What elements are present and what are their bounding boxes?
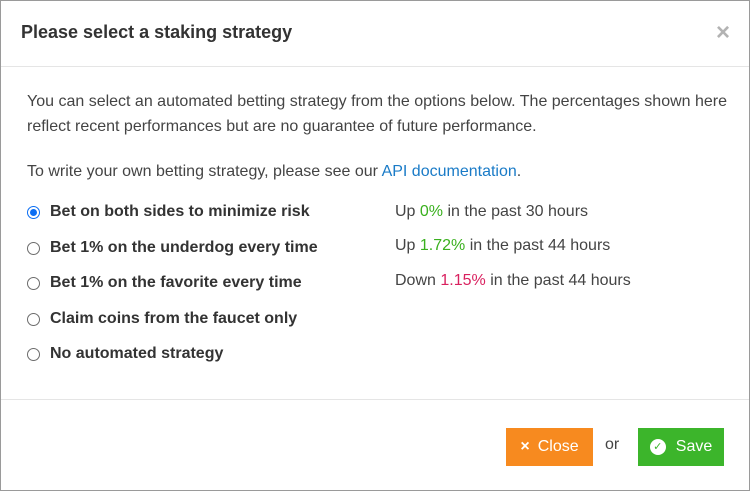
strategy-option-favorite[interactable]: Bet 1% on the favorite every time [27,272,302,294]
strategy-label[interactable]: Claim coins from the faucet only [50,310,297,328]
perf-direction: Down [395,272,436,289]
perf-direction: Up [395,203,416,220]
perf-value: 0% [419,203,444,220]
strategy-performance: Up 0% in the past 30 hours [395,201,588,223]
modal-body: You can select an automated betting stra… [27,89,728,180]
strategy-label[interactable]: Bet on both sides to minimize risk [50,203,310,221]
close-icon: × [520,438,530,455]
close-icon[interactable]: × [709,19,737,47]
save-button-label: Save [675,438,713,455]
strategy-performance: Down 1.15% in the past 44 hours [395,270,631,292]
close-button[interactable]: × Close [506,428,593,466]
staking-strategy-modal: Please select a staking strategy × You c… [0,0,750,491]
strategy-label[interactable]: Bet 1% on the favorite every time [50,274,302,292]
perf-value: 1.72% [419,237,466,254]
strategy-label[interactable]: No automated strategy [50,345,223,363]
check-circle-icon: ✓ [649,439,666,455]
strategy-option-underdog[interactable]: Bet 1% on the underdog every time [27,237,318,259]
api-documentation-link[interactable]: API documentation [382,163,517,180]
modal-title: Please select a staking strategy [21,22,293,42]
perf-period: in the past 44 hours [469,237,611,254]
perf-period: in the past 30 hours [447,203,589,220]
save-button[interactable]: ✓ Save [638,428,724,466]
radio-both-sides[interactable] [27,205,40,219]
strategy-label[interactable]: Bet 1% on the underdog every time [50,239,318,257]
radio-faucet[interactable] [27,312,40,326]
modal-header: Please select a staking strategy × [1,1,749,67]
or-separator: or [605,436,620,453]
api-note-prefix: To write your own betting strategy, plea… [27,163,382,180]
radio-none[interactable] [27,347,40,361]
perf-direction: Up [395,237,416,254]
radio-underdog[interactable] [27,241,40,255]
modal-footer: × Close or ✓ Save [1,399,749,491]
intro-text: You can select an automated betting stra… [27,93,728,135]
radio-favorite[interactable] [27,276,40,290]
strategy-option-faucet[interactable]: Claim coins from the faucet only [27,308,297,330]
strategy-option-both-sides[interactable]: Bet on both sides to minimize risk [27,201,310,223]
perf-value: 1.15% [440,272,486,289]
api-note-suffix: . [516,163,522,180]
perf-period: in the past 44 hours [490,272,631,289]
strategy-performance: Up 1.72% in the past 44 hours [395,235,610,257]
strategy-option-none[interactable]: No automated strategy [27,343,223,365]
close-button-label: Close [537,438,579,455]
api-note: To write your own betting strategy, plea… [27,159,521,184]
